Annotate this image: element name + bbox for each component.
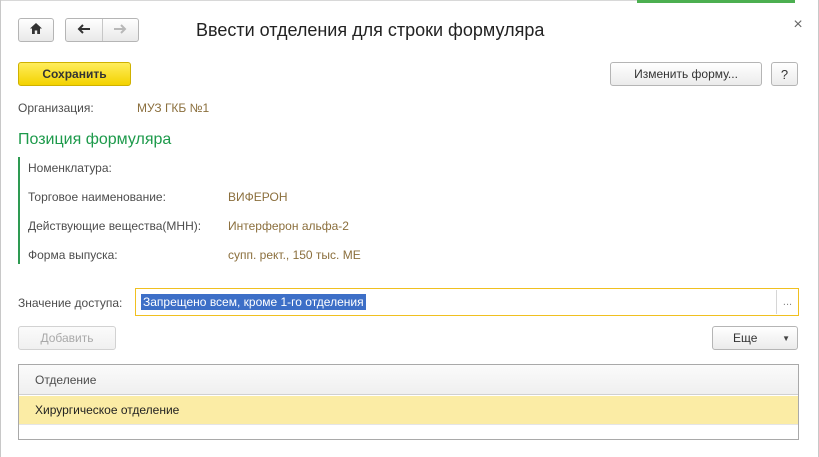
section-title: Позиция формуляра xyxy=(18,131,172,148)
table-row[interactable]: Хирургическое отделение xyxy=(19,396,798,424)
trade-name-value[interactable]: ВИФЕРОН xyxy=(228,190,288,204)
table-header: Отделение xyxy=(19,365,798,395)
row-divider xyxy=(19,424,798,425)
organization-label: Организация: xyxy=(18,101,94,115)
trade-name-label: Торговое наименование: xyxy=(28,190,166,204)
close-icon[interactable]: × xyxy=(790,17,806,33)
add-button[interactable]: Добавить xyxy=(18,326,116,350)
active-substances-value[interactable]: Интерферон альфа-2 xyxy=(228,219,349,233)
back-button[interactable] xyxy=(66,19,102,41)
window-title: Ввести отделения для строки формуляра xyxy=(196,20,545,40)
organization-value[interactable]: МУЗ ГКБ №1 xyxy=(137,101,209,115)
active-tab-accent xyxy=(637,0,795,3)
select-button[interactable]: ... xyxy=(776,290,798,314)
more-button[interactable]: Еще ▼ xyxy=(712,326,798,350)
home-icon xyxy=(29,22,43,38)
access-value-input[interactable]: Запрещено всем, кроме 1-го отделения ... xyxy=(135,288,799,316)
arrow-right-icon xyxy=(113,23,127,37)
release-form-label: Форма выпуска: xyxy=(28,248,118,262)
access-label: Значение доступа: xyxy=(18,296,123,310)
top-border xyxy=(1,0,637,1)
more-label: Еще xyxy=(733,331,758,345)
section-bar xyxy=(18,157,20,264)
save-button[interactable]: Сохранить xyxy=(18,62,131,86)
column-header-department[interactable]: Отделение xyxy=(35,373,96,387)
change-form-button[interactable]: Изменить форму... xyxy=(610,62,762,86)
help-button[interactable]: ? xyxy=(771,62,798,86)
nomenclature-label: Номенклатура: xyxy=(28,161,112,175)
cell-department: Хирургическое отделение xyxy=(35,403,180,417)
release-form-value[interactable]: супп. рект., 150 тыс. МЕ xyxy=(228,248,361,262)
access-value-text: Запрещено всем, кроме 1-го отделения xyxy=(141,294,366,310)
dialog-window: Ввести отделения для строки формуляра × … xyxy=(0,0,819,457)
history-nav xyxy=(65,18,139,42)
active-substances-label: Действующие вещества(МНН): xyxy=(28,219,202,233)
chevron-down-icon: ▼ xyxy=(782,334,790,343)
arrow-left-icon xyxy=(77,23,91,37)
departments-table: Отделение Хирургическое отделение xyxy=(18,364,799,440)
home-button[interactable] xyxy=(18,18,54,42)
forward-button[interactable] xyxy=(102,19,138,41)
